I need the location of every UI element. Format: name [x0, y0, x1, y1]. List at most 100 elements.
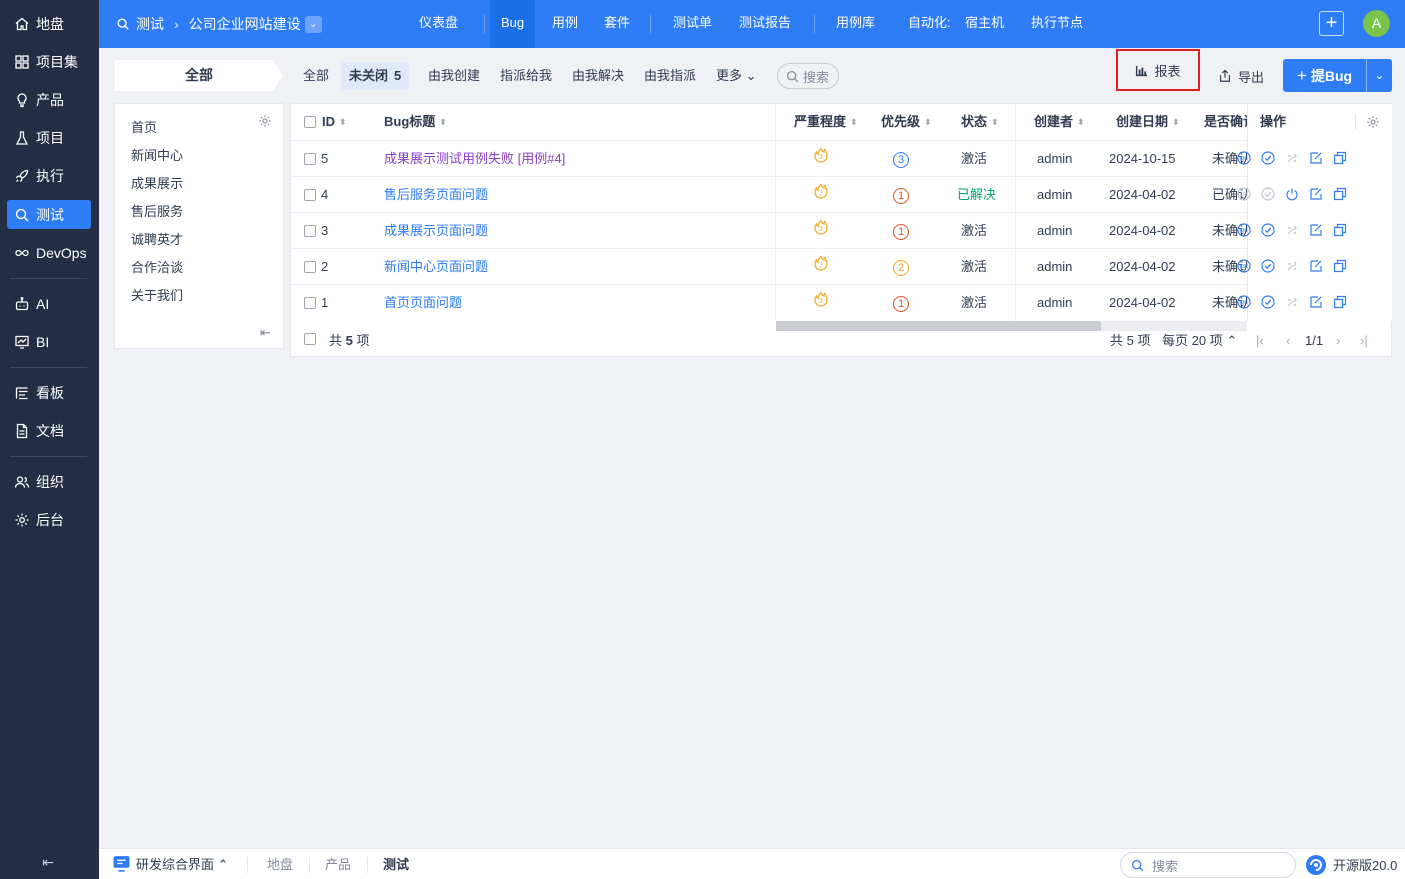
sidebar-item-execution[interactable]: 执行 — [7, 161, 91, 190]
sidebar-item-dashboard[interactable]: 地盘 — [7, 9, 91, 38]
copy-icon[interactable] — [1333, 151, 1347, 165]
copy-icon[interactable] — [1333, 187, 1347, 201]
bug-title-link[interactable]: 售后服务页面问题 — [384, 177, 488, 212]
header-module-link[interactable]: 测试 — [136, 14, 164, 34]
edit-icon[interactable] — [1309, 187, 1323, 201]
sidebar-item-project[interactable]: 项目 — [7, 123, 91, 152]
tab-resolved-by-me[interactable]: 由我解决 — [564, 62, 632, 90]
tree-collapse-button[interactable]: ⇤ — [260, 325, 271, 341]
edit-icon[interactable] — [1309, 223, 1323, 237]
tab-opened-by-me[interactable]: 由我创建 — [420, 62, 488, 90]
column-header-status[interactable]: 状态 ⬍ — [961, 104, 999, 140]
gear-icon[interactable] — [258, 114, 272, 128]
tab-more-dropdown[interactable]: 更多 ⌄ — [708, 62, 765, 90]
row-checkbox[interactable] — [304, 153, 316, 165]
create-bug-main[interactable]: + 提Bug — [1283, 66, 1366, 86]
close-icon[interactable] — [1285, 151, 1299, 165]
search-toggle-button[interactable]: 搜索 — [777, 63, 839, 89]
table-row[interactable]: 1 首页页面问题 3 1 激活 admin 2024-04-02 未确认 — [291, 284, 1391, 320]
sidebar-item-devops[interactable]: DevOps — [7, 238, 91, 267]
table-row[interactable]: 5 成果展示测试用例失败 [用例#4] 3 3 激活 admin 2024-10… — [291, 140, 1391, 176]
bottom-crumb-qa[interactable]: 测试 — [383, 849, 409, 879]
tab-unclosed[interactable]: 未关闭 5 — [341, 62, 410, 90]
close-icon[interactable] — [1285, 223, 1299, 237]
close-icon[interactable] — [1285, 295, 1299, 309]
table-row[interactable]: 3 成果展示页面问题 3 1 激活 admin 2024-04-02 未确认 — [291, 212, 1391, 248]
nav-bug[interactable]: Bug — [490, 0, 536, 48]
activate-icon[interactable] — [1285, 187, 1299, 201]
sidebar-item-qa[interactable]: 测试 — [7, 200, 91, 229]
tab-all[interactable]: 全部 — [295, 62, 337, 90]
column-header-priority[interactable]: 优先级 ⬍ — [881, 104, 932, 140]
scrollbar-thumb[interactable] — [776, 321, 1101, 331]
confirm-icon[interactable]: OK — [1237, 223, 1251, 237]
bug-title-link[interactable]: 首页页面问题 — [384, 285, 462, 320]
resolve-icon[interactable] — [1261, 151, 1275, 165]
copy-icon[interactable] — [1333, 295, 1347, 309]
column-header-title[interactable]: Bug标题 ⬍ — [384, 104, 447, 140]
bug-title-link[interactable]: 成果展示测试用例失败 [用例#4] — [384, 141, 565, 176]
sidebar-item-ai[interactable]: AI — [7, 289, 91, 318]
quick-create-button[interactable]: + — [1319, 11, 1344, 36]
nav-testreport[interactable]: 测试报告 — [728, 0, 802, 48]
sidebar-item-doc[interactable]: 文档 — [7, 416, 91, 445]
pager-prev[interactable]: ‹ — [1286, 323, 1290, 358]
tree-item[interactable]: 新闻中心 — [131, 145, 183, 164]
row-checkbox[interactable] — [304, 297, 316, 309]
module-tree-header[interactable]: 全部 — [115, 60, 283, 91]
column-header-created-date[interactable]: 创建日期 ⬍ — [1116, 104, 1180, 140]
chevron-down-icon[interactable]: ⌄ — [304, 15, 322, 33]
sidebar-item-bi[interactable]: BI — [7, 327, 91, 356]
nav-testtask[interactable]: 测试单 — [662, 0, 723, 48]
resolve-icon[interactable] — [1261, 295, 1275, 309]
row-checkbox[interactable] — [304, 225, 316, 237]
tree-item[interactable]: 关于我们 — [131, 285, 183, 304]
nav-exec-node[interactable]: 执行节点 — [1020, 0, 1094, 48]
column-header-severity[interactable]: 严重程度 ⬍ — [794, 104, 858, 140]
sidebar-item-org[interactable]: 组织 — [7, 467, 91, 496]
resolve-icon[interactable] — [1261, 259, 1275, 273]
create-bug-button[interactable]: + 提Bug ⌄ — [1283, 59, 1392, 92]
sidebar-collapse-button[interactable]: ⇤ — [40, 854, 56, 870]
edit-icon[interactable] — [1309, 259, 1323, 273]
sidebar-item-kanban[interactable]: 看板 — [7, 378, 91, 407]
edit-icon[interactable] — [1309, 295, 1323, 309]
confirm-icon[interactable]: OK — [1237, 295, 1251, 309]
sidebar-item-program[interactable]: 项目集 — [7, 47, 91, 76]
per-page-select[interactable]: 每页 20 项 ⌃ — [1162, 323, 1237, 358]
select-all-checkbox[interactable] — [304, 116, 316, 128]
pager-last[interactable]: ›| — [1360, 323, 1368, 358]
product-switcher[interactable]: 公司企业网站建设 — [189, 14, 301, 34]
confirm-icon[interactable]: OK — [1237, 259, 1251, 273]
resolve-icon[interactable] — [1261, 223, 1275, 237]
tree-item[interactable]: 成果展示 — [131, 173, 183, 192]
sidebar-item-admin[interactable]: 后台 — [7, 505, 91, 534]
tree-item[interactable]: 首页 — [131, 117, 157, 136]
nav-dashboard[interactable]: 仪表盘 — [408, 0, 469, 48]
column-header-creator[interactable]: 创建者 ⬍ — [1034, 104, 1085, 140]
column-header-confirmed[interactable]: 是否确认 — [1204, 104, 1247, 140]
column-header-id[interactable]: ID ⬍ — [322, 104, 347, 140]
report-button[interactable]: 报表 — [1116, 49, 1200, 91]
tab-assigned-to-me[interactable]: 指派给我 — [492, 62, 560, 90]
resolve-icon[interactable] — [1261, 187, 1275, 201]
tab-assigned-by-me[interactable]: 由我指派 — [636, 62, 704, 90]
bug-title-link[interactable]: 新闻中心页面问题 — [384, 249, 488, 284]
tree-item[interactable]: 合作洽谈 — [131, 257, 183, 276]
row-checkbox[interactable] — [304, 261, 316, 273]
table-row[interactable]: 4 售后服务页面问题 3 1 已解决 admin 2024-04-02 已确认 — [291, 176, 1391, 212]
avatar[interactable]: A — [1363, 10, 1390, 37]
table-row[interactable]: 2 新闻中心页面问题 3 2 激活 admin 2024-04-02 未确认 — [291, 248, 1391, 284]
confirm-icon[interactable]: OK — [1237, 187, 1251, 201]
sidebar-item-product[interactable]: 产品 — [7, 85, 91, 114]
row-checkbox[interactable] — [304, 189, 316, 201]
tree-item[interactable]: 售后服务 — [131, 201, 183, 220]
close-icon[interactable] — [1285, 259, 1299, 273]
bug-title-link[interactable]: 成果展示页面问题 — [384, 213, 488, 248]
copy-icon[interactable] — [1333, 259, 1347, 273]
nav-testcase[interactable]: 用例 — [541, 0, 589, 48]
nav-testsuite[interactable]: 套件 — [593, 0, 641, 48]
select-all-footer-checkbox[interactable] — [304, 333, 316, 345]
edit-icon[interactable] — [1309, 151, 1323, 165]
nav-caselib[interactable]: 用例库 — [825, 0, 886, 48]
